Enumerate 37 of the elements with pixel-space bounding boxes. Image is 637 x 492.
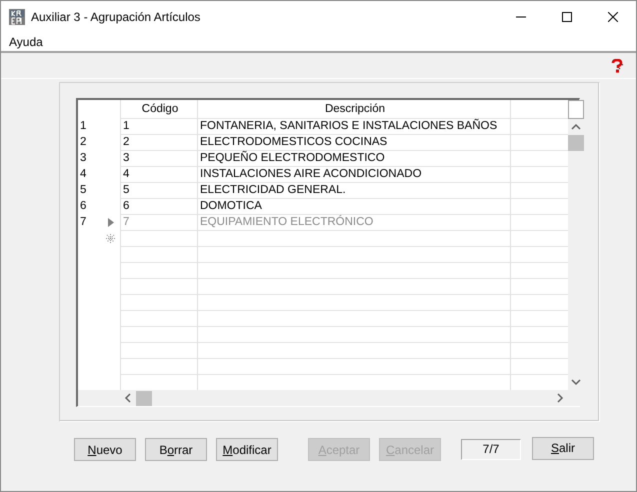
table-cell: FONTANERIA, SANITARIOS E INSTALACIONES BAÑOS bbox=[200, 120, 498, 132]
scroll-thumb[interactable] bbox=[568, 135, 584, 151]
table-cell: EQUIPAMIENTO ELECTRÓNICO bbox=[200, 216, 374, 228]
action-button[interactable]: Modificar bbox=[216, 438, 278, 461]
table-cell: DOMOTICA bbox=[200, 200, 262, 212]
close-icon bbox=[608, 12, 618, 22]
window-title: Auxiliar 3 - Agrupación Artículos bbox=[31, 9, 200, 26]
help-icon[interactable] bbox=[610, 58, 624, 72]
row-number: 3 bbox=[80, 152, 86, 164]
app-logo-icon bbox=[9, 9, 25, 25]
table-cell: ELECTRODOMESTICOS COCINAS bbox=[200, 136, 388, 148]
row-number: 7 bbox=[80, 216, 86, 228]
maximize-icon bbox=[562, 12, 572, 22]
row-number: 5 bbox=[80, 184, 86, 196]
scroll-thumb[interactable] bbox=[136, 390, 152, 406]
table-cell: PEQUEÑO ELECTRODOMESTICO bbox=[200, 152, 385, 164]
action-button[interactable]: Borrar bbox=[145, 438, 207, 461]
table-cell: 7 bbox=[123, 216, 130, 228]
table-cell: INSTALACIONES AIRE ACONDICIONADO bbox=[200, 168, 422, 180]
action-button[interactable]: Nuevo bbox=[74, 438, 136, 461]
row-number: 4 bbox=[80, 168, 86, 180]
table-cell: ELECTRICIDAD GENERAL. bbox=[200, 184, 346, 196]
column-header[interactable]: Código bbox=[142, 103, 178, 115]
row-number: 1 bbox=[80, 120, 86, 132]
table-cell: 5 bbox=[123, 184, 130, 196]
column-header[interactable]: Descripción bbox=[324, 103, 386, 115]
exit-button[interactable]: Salir bbox=[532, 436, 594, 460]
table-cell: 3 bbox=[123, 152, 130, 164]
row-number: 2 bbox=[80, 136, 86, 148]
row-number: 6 bbox=[80, 200, 86, 212]
table-cell: 2 bbox=[123, 136, 130, 148]
table-cell: 6 bbox=[123, 200, 130, 212]
table-cell: 4 bbox=[123, 168, 130, 180]
record-counter: 7/7 bbox=[461, 439, 521, 460]
table-cell: 1 bbox=[123, 120, 130, 132]
menu-item[interactable]: Ayuda bbox=[1, 33, 51, 51]
new-row-icon bbox=[106, 234, 115, 243]
